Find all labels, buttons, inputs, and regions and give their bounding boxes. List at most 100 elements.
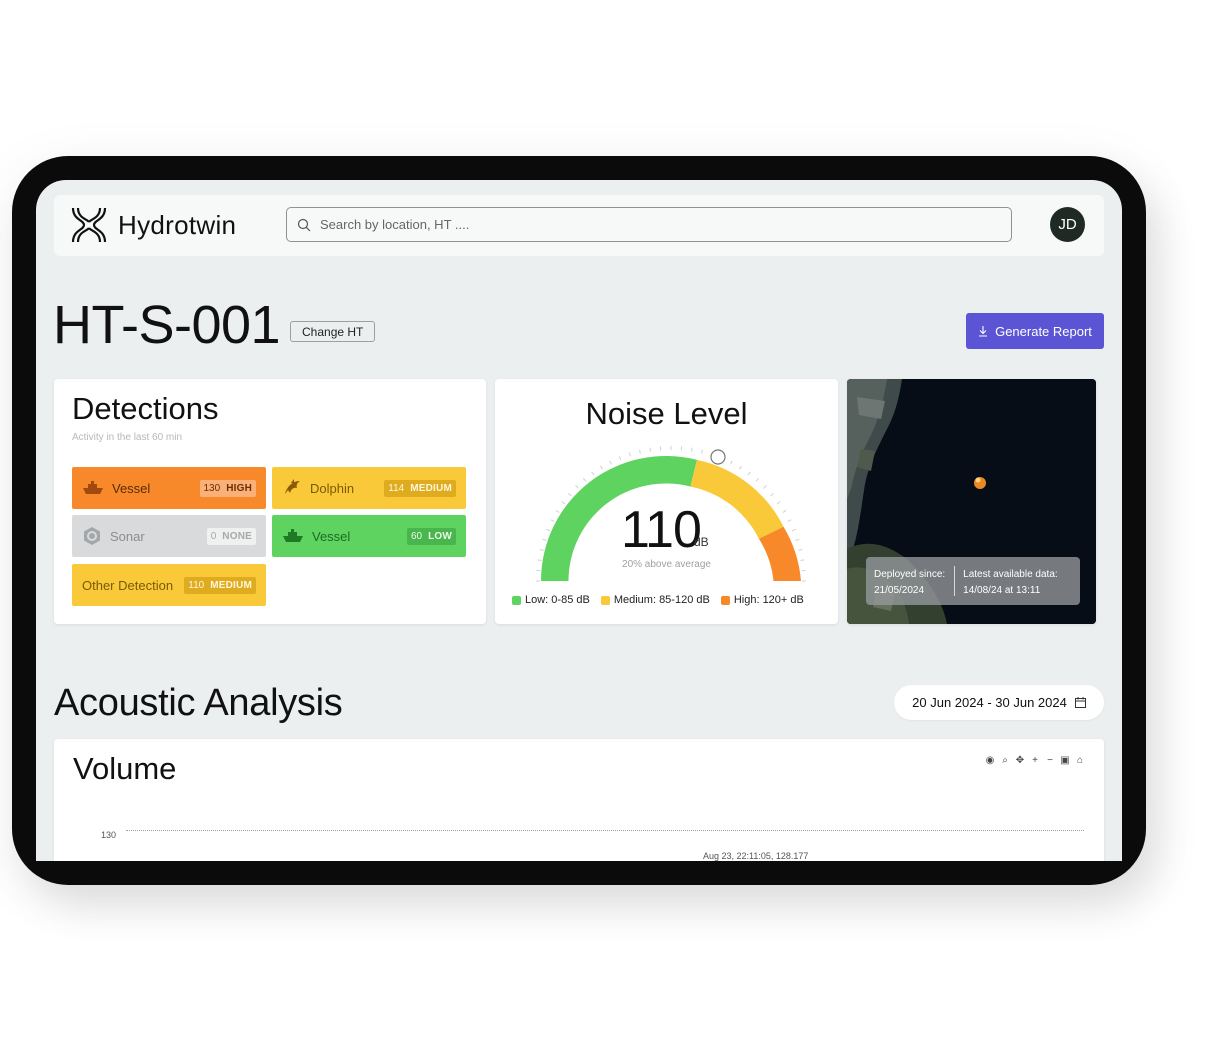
gauge-tick bbox=[575, 485, 579, 489]
legend-label-low: Low: 0-85 dB bbox=[525, 594, 590, 606]
dolphin-icon bbox=[285, 479, 300, 494]
user-avatar[interactable]: JD bbox=[1050, 207, 1085, 242]
detection-chip[interactable]: Sonar 0 NONE bbox=[72, 515, 266, 557]
legend-label-medium: Medium: 85-120 dB bbox=[613, 594, 710, 606]
sonar-icon bbox=[84, 527, 100, 545]
detection-chip[interactable]: Dolphin 114 MEDIUM bbox=[272, 467, 466, 509]
gauge-tick bbox=[609, 460, 612, 465]
detection-label: Vessel bbox=[312, 528, 351, 544]
latest-value: 14/08/24 at 13:11 bbox=[963, 585, 1041, 596]
gauge-pointer[interactable] bbox=[710, 449, 726, 465]
detection-chip[interactable]: Vessel 60 LOW bbox=[272, 515, 466, 557]
detection-level: NONE bbox=[222, 530, 252, 542]
pan-icon[interactable]: ✥ bbox=[1015, 755, 1025, 766]
search-bar[interactable] bbox=[286, 207, 1012, 242]
detection-badge: 0 NONE bbox=[206, 527, 256, 545]
detection-value: 0 bbox=[210, 530, 217, 542]
gauge-tick bbox=[591, 471, 595, 476]
detection-label: Dolphin bbox=[310, 480, 355, 496]
gauge-tick bbox=[798, 548, 803, 551]
gauge-tick bbox=[730, 460, 733, 465]
gauge-tick bbox=[763, 485, 767, 489]
detection-level: MEDIUM bbox=[410, 482, 452, 494]
search-input[interactable] bbox=[318, 216, 982, 233]
detection-value: 110 bbox=[188, 579, 205, 591]
gauge-tick bbox=[618, 456, 622, 461]
detection-badge: 110 MEDIUM bbox=[184, 576, 256, 594]
home-icon[interactable]: ⌂ bbox=[1075, 755, 1085, 766]
logo[interactable]: Hydrotwin bbox=[70, 206, 236, 244]
gauge-tick bbox=[755, 478, 760, 482]
date-range-picker[interactable]: 20 Jun 2024 - 30 Jun 2024 bbox=[894, 685, 1104, 720]
y-tick-label: 130 bbox=[101, 830, 117, 840]
deployed-since: Deployed since: 21/05/2024 bbox=[866, 557, 945, 605]
detection-badge: 130 HIGH bbox=[199, 479, 256, 497]
legend-swatch-high bbox=[720, 595, 730, 605]
app-name: Hydrotwin bbox=[118, 209, 237, 240]
legend-swatch-low bbox=[512, 595, 521, 605]
chart-hover-label: Aug 23, 22:11:05, 128.177 bbox=[703, 851, 809, 861]
gauge-tick bbox=[542, 538, 547, 541]
gauge-medium-arc bbox=[690, 459, 784, 539]
camera-icon[interactable]: ◉ bbox=[985, 755, 995, 766]
gauge-tick bbox=[747, 471, 751, 476]
detection-label: Other Detection bbox=[82, 577, 174, 593]
noise-unit: dB bbox=[694, 535, 709, 549]
page-title: HT-S-001 bbox=[53, 295, 281, 355]
zoom-out-icon[interactable]: − bbox=[1045, 755, 1055, 766]
gauge-tick bbox=[690, 447, 693, 452]
gauge-tick bbox=[782, 510, 787, 513]
gauge-tick bbox=[776, 501, 781, 505]
detection-level: HIGH bbox=[226, 482, 252, 494]
generate-report-label: Generate Report bbox=[995, 323, 1092, 339]
detection-chip[interactable]: Other Detection 110 MEDIUM bbox=[72, 564, 266, 606]
gauge-tick bbox=[600, 465, 603, 470]
acoustic-analysis-title: Acoustic Analysis bbox=[54, 682, 343, 724]
autoscale-icon[interactable]: ▣ bbox=[1060, 755, 1070, 766]
zoom-icon[interactable]: ⌕ bbox=[1000, 755, 1010, 766]
chart-gridline bbox=[126, 830, 1084, 831]
satellite-map[interactable]: Deployed since: 21/05/2024 Latest availa… bbox=[847, 379, 1096, 624]
gauge-tick bbox=[791, 528, 796, 532]
legend-item-low: Low: 0-85 dB bbox=[512, 594, 590, 606]
detection-value: 114 bbox=[388, 482, 405, 494]
latest-data: Latest available data: 14/08/24 at 13:11 bbox=[955, 557, 1058, 605]
generate-report-button[interactable]: Generate Report bbox=[966, 313, 1104, 349]
hydrotwin-logo-icon bbox=[71, 207, 107, 243]
detection-value: 60 bbox=[410, 530, 423, 542]
gauge-tick bbox=[555, 510, 560, 513]
gauge-tick bbox=[795, 538, 800, 541]
detection-level: LOW bbox=[428, 530, 452, 542]
legend-swatch-medium bbox=[600, 595, 610, 605]
legend-item-high: High: 120+ dB bbox=[720, 594, 804, 606]
legend-label-high: High: 120+ dB bbox=[733, 594, 804, 606]
gauge-tick bbox=[550, 519, 555, 522]
calendar-icon bbox=[1074, 697, 1086, 708]
download-icon bbox=[979, 325, 988, 337]
gauge-tick bbox=[739, 465, 742, 470]
deployed-label: Deployed since: bbox=[874, 569, 946, 580]
gauge-tick bbox=[561, 501, 566, 505]
search-icon bbox=[297, 218, 311, 231]
gauge-tick bbox=[638, 449, 641, 454]
detections-subtitle: Activity in the last 60 min bbox=[72, 432, 183, 443]
chart-toolbar: ◉ ⌕ ✥ + − ▣ ⌂ bbox=[985, 755, 1085, 766]
gauge-tick bbox=[701, 449, 704, 454]
detection-badge: 60 LOW bbox=[406, 527, 456, 545]
noise-subtitle: 20% above average bbox=[622, 559, 711, 570]
date-range-label: 20 Jun 2024 - 30 Jun 2024 bbox=[912, 695, 1067, 710]
change-ht-button[interactable]: Change HT bbox=[290, 321, 376, 342]
gauge-tick bbox=[770, 492, 774, 497]
noise-legend: Low: 0-85 dB Medium: 85-120 dB High: 120… bbox=[512, 594, 804, 606]
detection-level: MEDIUM bbox=[210, 579, 252, 591]
detections-title: Detections bbox=[72, 391, 219, 426]
zoom-in-icon[interactable]: + bbox=[1030, 755, 1040, 766]
vessel-icon bbox=[83, 481, 103, 494]
detection-label: Vessel bbox=[112, 480, 151, 496]
detection-value: 130 bbox=[203, 482, 221, 494]
vessel-icon bbox=[283, 529, 303, 542]
noise-value: 110 bbox=[621, 501, 702, 559]
detection-chip[interactable]: Vessel 130 HIGH bbox=[72, 467, 266, 509]
legend-item-medium: Medium: 85-120 dB bbox=[600, 594, 710, 606]
gauge-tick bbox=[787, 519, 792, 522]
